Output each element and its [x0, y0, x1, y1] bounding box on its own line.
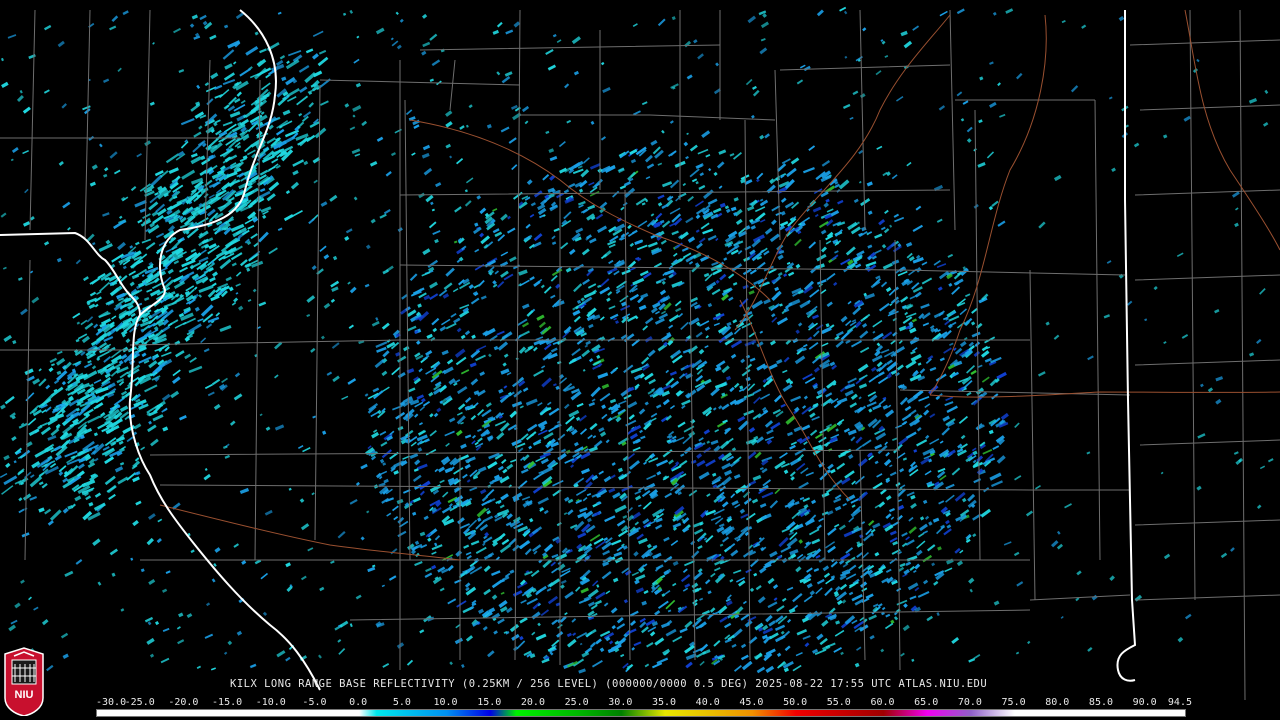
- colorbar-tick: 35.0: [651, 697, 677, 708]
- radar-map: [0, 0, 1280, 720]
- colorbar-tick: -15.0: [212, 697, 243, 708]
- colorbar-tick: -20.0: [168, 697, 199, 708]
- colorbar-tick: 90.0: [1132, 697, 1157, 708]
- colorbar-tick: 94.5: [1167, 697, 1192, 708]
- reflectivity-colorbar: [96, 709, 1186, 717]
- colorbar-tick: 25.0: [564, 697, 589, 708]
- colorbar-tick: 30.0: [608, 697, 633, 708]
- colorbar-tick: 10.0: [433, 697, 458, 708]
- product-caption: KILX LONG RANGE BASE REFLECTIVITY (0.25K…: [230, 678, 988, 690]
- colorbar-tick: 0.0: [349, 697, 368, 708]
- colorbar-tick: 40.0: [695, 697, 720, 708]
- colorbar-tick: 20.0: [520, 697, 545, 708]
- colorbar-tick: 55.0: [826, 697, 851, 708]
- colorbar-tick: 5.0: [392, 697, 411, 708]
- radar-site-marker: [679, 384, 687, 392]
- colorbar-tick: -10.0: [255, 697, 286, 708]
- colorbar-tick: 50.0: [783, 697, 808, 708]
- colorbar-tick: -25.0: [124, 697, 155, 708]
- colorbar-tick: 75.0: [1001, 697, 1026, 708]
- colorbar-tick: 45.0: [739, 697, 764, 708]
- colorbar-tick: 60.0: [870, 697, 895, 708]
- colorbar-tick: -30.0: [96, 697, 127, 708]
- niu-logo-text: NIU: [15, 689, 34, 701]
- colorbar-tick: 80.0: [1045, 697, 1070, 708]
- colorbar-tick-labels: -30.0 -25.0 -20.0 -15.0 -10.0 -5.0 0.0 5.0 10.0 1…: [96, 697, 1192, 709]
- colorbar-tick: -5.0: [302, 697, 327, 708]
- colorbar-tick: 15.0: [477, 697, 502, 708]
- colorbar-tick: 65.0: [914, 697, 939, 708]
- colorbar-tick: 70.0: [957, 697, 982, 708]
- colorbar-tick: 85.0: [1088, 697, 1114, 708]
- niu-logo: NIU: [4, 647, 44, 716]
